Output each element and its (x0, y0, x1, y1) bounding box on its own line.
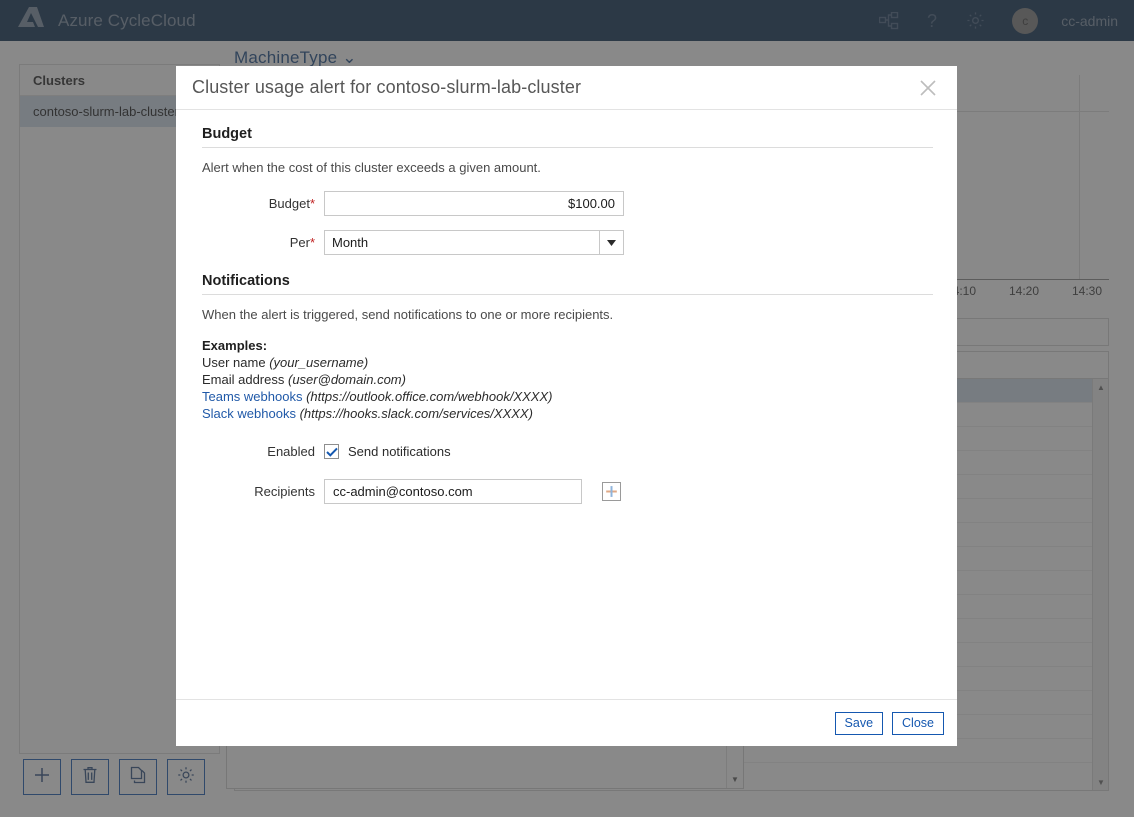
slack-webhooks-link[interactable]: Slack webhooks (202, 406, 296, 421)
budget-amount-row: Budget* (202, 191, 933, 216)
budget-section-title: Budget (202, 126, 933, 147)
example-line-slack: Slack webhooks (https://hooks.slack.com/… (202, 405, 933, 422)
required-marker: * (310, 196, 315, 211)
dialog-title: Cluster usage alert for contoso-slurm-la… (192, 77, 581, 98)
close-button[interactable]: Close (892, 712, 944, 735)
notifications-description: When the alert is triggered, send notifi… (202, 307, 933, 322)
dialog-header: Cluster usage alert for contoso-slurm-la… (176, 66, 957, 110)
recipients-row: Recipients (202, 479, 933, 504)
example-line-username: User name (your_username) (202, 354, 933, 371)
close-icon[interactable] (913, 73, 943, 103)
budget-section: Budget Alert when the cost of this clust… (202, 126, 933, 255)
recipients-input[interactable] (324, 479, 582, 504)
notifications-section-title: Notifications (202, 273, 933, 294)
budget-period-label: Per* (202, 235, 324, 250)
budget-period-select[interactable]: Month (324, 230, 624, 255)
required-marker: * (310, 235, 315, 250)
example-hint: (https://hooks.slack.com/services/XXXX) (300, 406, 533, 421)
example-hint: (your_username) (269, 355, 368, 370)
add-recipient-button[interactable] (602, 482, 621, 501)
example-label: Email address (202, 372, 284, 387)
enabled-label: Enabled (202, 444, 324, 459)
example-hint: (https://outlook.office.com/webhook/XXXX… (306, 389, 552, 404)
cluster-usage-alert-dialog: Cluster usage alert for contoso-slurm-la… (176, 66, 957, 746)
examples-block: Examples: User name (your_username) Emai… (202, 338, 933, 422)
notifications-section: Notifications When the alert is triggere… (202, 273, 933, 504)
example-hint: (user@domain.com) (288, 372, 406, 387)
budget-period-select-wrap: Month (324, 230, 624, 255)
dialog-body: Budget Alert when the cost of this clust… (176, 110, 957, 699)
section-divider (202, 147, 933, 148)
example-line-teams: Teams webhooks (https://outlook.office.c… (202, 388, 933, 405)
budget-amount-label-text: Budget (269, 196, 310, 211)
dialog-footer: Save Close (176, 699, 957, 746)
teams-webhooks-link[interactable]: Teams webhooks (202, 389, 302, 404)
budget-amount-label: Budget* (202, 196, 324, 211)
recipients-label: Recipients (202, 484, 324, 499)
budget-period-label-text: Per (290, 235, 310, 250)
examples-title: Examples: (202, 338, 933, 353)
enabled-row: Enabled Send notifications (202, 444, 933, 459)
budget-amount-input[interactable] (324, 191, 624, 216)
send-notifications-label: Send notifications (348, 444, 451, 459)
example-line-email: Email address (user@domain.com) (202, 371, 933, 388)
budget-period-row: Per* Month (202, 230, 933, 255)
budget-description: Alert when the cost of this cluster exce… (202, 160, 933, 175)
section-divider (202, 294, 933, 295)
example-label: User name (202, 355, 266, 370)
send-notifications-checkbox[interactable] (324, 444, 339, 459)
save-button[interactable]: Save (835, 712, 884, 735)
